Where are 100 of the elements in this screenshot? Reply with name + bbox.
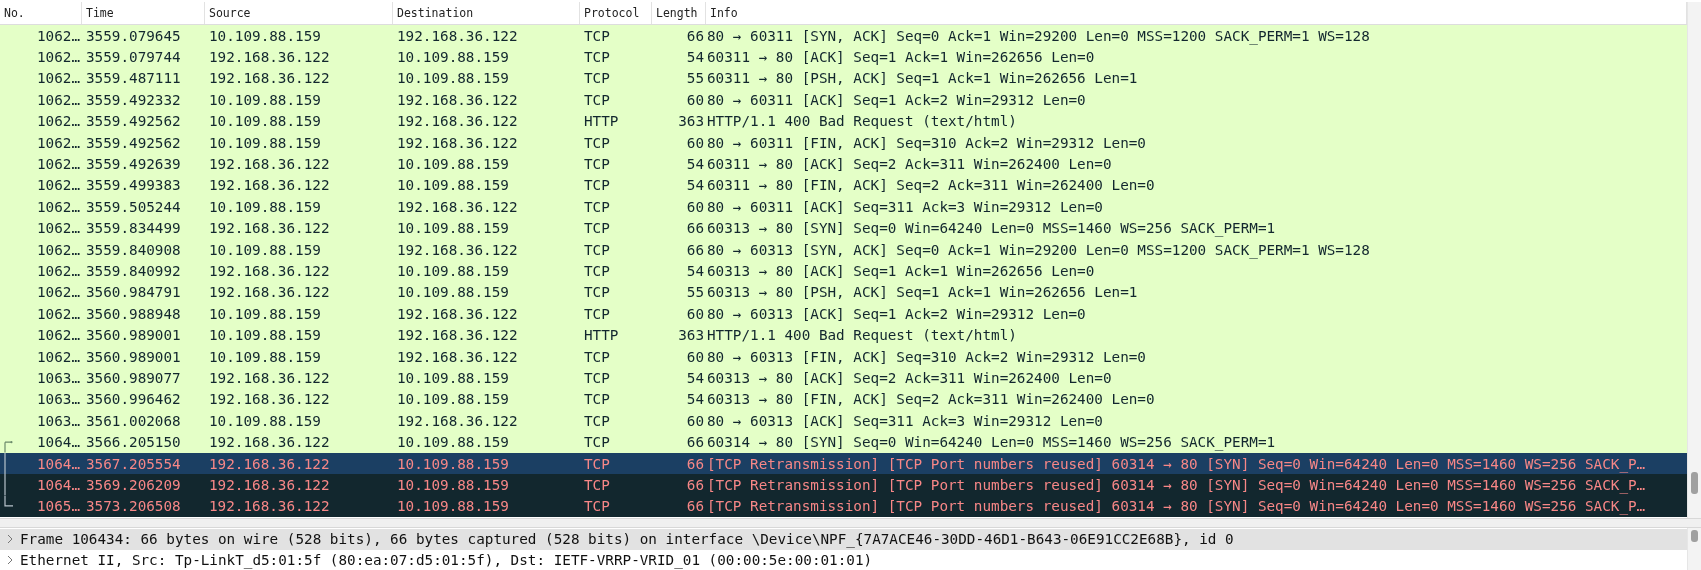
packet-row[interactable]: 1062… 3559.499383 192.168.36.122 10.109.88.159 TCP 54 60311 → 80 [FIN, ACK] Seq=2 Ack=311 Win=262400 Len=0 (0, 174, 1687, 197)
length-cell: 60 (686, 134, 704, 151)
destination-cell: 10.109.88.159 (397, 70, 509, 87)
packet-row[interactable]: 1062… 3559.492562 10.109.88.159 192.168.36.122 HTTP 363 HTTP/1.1 400 Bad Request (text/html) (0, 110, 1687, 132)
packet-row[interactable]: 1062… 3559.079645 10.109.88.159 192.168.36.122 TCP 66 80 → 60311 [SYN, ACK] Seq=0 Ack=1 Win=29200 Len=0 MSS=1200 SACK_PERM=1 WS=128 (0, 25, 1687, 47)
packet-number: 1062… (36, 49, 80, 66)
packet-row[interactable]: 1062… 3559.487111 192.168.36.122 10.109.88.159 TCP 55 60311 → 80 [PSH, ACK] Seq=1 Ack=1 Win=262656 Len=1 (0, 67, 1687, 90)
packet-row[interactable]: 1063… 3560.996462 192.168.36.122 10.109.88.159 TCP 54 60313 → 80 [FIN, ACK] Seq=2 Ack=311 Win=262400 Len=0 (0, 388, 1687, 411)
packet-row[interactable]: 1063… 3560.989077 192.168.36.122 10.109.88.159 TCP 54 60313 → 80 [ACK] Seq=2 Ack=311 Win=262400 Len=0 (0, 367, 1687, 389)
source-cell: 10.109.88.159 (209, 134, 321, 151)
protocol-cell: TCP (584, 241, 610, 258)
packet-number: 1064… (36, 434, 80, 451)
packet-number: 1062… (36, 177, 80, 194)
column-header[interactable]: Length (652, 2, 706, 24)
packet-number: 1062… (36, 305, 80, 322)
time-cell: 3560.996462 (86, 391, 181, 408)
column-header[interactable]: Protocol (580, 2, 652, 24)
destination-cell: 10.109.88.159 (397, 284, 509, 301)
length-cell: 54 (686, 177, 704, 194)
detail-row[interactable]: Frame 106434: 66 bytes on wire (528 bits), 66 bytes captured (528 bits) on interface \Device\NPF_{7A7ACE46-30DD-46D1-B643-06E91CC2E68B}, id 0 (0, 529, 1687, 550)
packet-row[interactable]: 1062… 3560.984791 192.168.36.122 10.109.88.159 TCP 55 60313 → 80 [PSH, ACK] Seq=1 Ack=1 Win=262656 Len=1 (0, 281, 1687, 304)
info-cell: 60313 → 80 [ACK] Seq=1 Ack=1 Win=262656 Len=0 (707, 263, 1095, 279)
info-cell: 80 → 60313 [SYN, ACK] Seq=0 Ack=1 Win=29200 Len=0 MSS=1200 SACK_PERM=1 WS=128 (707, 241, 1370, 258)
packet-row[interactable]: 1064… 3569.206209 192.168.36.122 10.109.88.159 TCP 66 [TCP Retransmission] [TCP Port numbers reused] 60314 → 80 [SYN] Seq=0 Win=64240 Len=0 MSS=1460 WS=256 SACK_P… (0, 474, 1687, 496)
packet-row[interactable]: 1062… 3559.840992 192.168.36.122 10.109.88.159 TCP 54 60313 → 80 [ACK] Seq=1 Ack=1 Win=262656 Len=0 (0, 260, 1687, 282)
source-cell: 10.109.88.159 (209, 91, 321, 108)
info-cell: 80 → 60313 [ACK] Seq=311 Ack=3 Win=29312 Len=0 (707, 412, 1103, 429)
destination-cell: 192.168.36.122 (397, 305, 518, 322)
length-cell: 54 (686, 263, 704, 279)
detail-row[interactable]: Ethernet II, Src: Tp-LinkT_d5:01:5f (80:ea:07:d5:01:5f), Dst: IETF-VRRP-VRID_01 (00:00:5e:00:01:01) (0, 549, 1687, 570)
protocol-cell: HTTP (584, 327, 619, 344)
scrollbar[interactable] (1687, 2, 1701, 518)
packet-number: 1062… (36, 113, 80, 130)
column-header[interactable]: Destination (393, 2, 580, 24)
packet-row[interactable]: 1062… 3559.492562 10.109.88.159 192.168.36.122 TCP 60 80 → 60311 [FIN, ACK] Seq=310 Ack=2 Win=29312 Len=0 (0, 131, 1687, 154)
column-header[interactable]: Source (205, 2, 393, 24)
info-cell: 80 → 60311 [ACK] Seq=311 Ack=3 Win=29312 Len=0 (707, 198, 1103, 215)
column-header[interactable]: Time (82, 2, 205, 24)
packet-row[interactable]: 1064… 3567.205554 192.168.36.122 10.109.88.159 TCP 66 [TCP Retransmission] [TCP Port numbers reused] 60314 → 80 [SYN] Seq=0 Win=64240 Len=0 MSS=1460 WS=256 SACK_P… (0, 452, 1687, 475)
protocol-cell: TCP (584, 70, 610, 87)
source-cell: 192.168.36.122 (209, 369, 330, 386)
source-cell: 192.168.36.122 (209, 434, 330, 451)
length-cell: 55 (686, 70, 704, 87)
destination-cell: 10.109.88.159 (397, 455, 509, 472)
length-cell: 54 (686, 49, 704, 66)
packet-row[interactable]: 1062… 3560.989001 10.109.88.159 192.168.36.122 HTTP 363 HTTP/1.1 400 Bad Request (text/html) (0, 324, 1687, 346)
protocol-cell: TCP (584, 434, 610, 451)
time-cell: 3566.205150 (86, 434, 181, 451)
info-cell: 60313 → 80 [SYN] Seq=0 Win=64240 Len=0 MSS=1460 WS=256 SACK_PERM=1 (707, 220, 1276, 237)
source-cell: 10.109.88.159 (209, 327, 321, 344)
packet-row[interactable]: 1062… 3559.834499 192.168.36.122 10.109.88.159 TCP 66 60313 → 80 [SYN] Seq=0 Win=64240 Len=0 MSS=1460 WS=256 SACK_PERM=1 (0, 217, 1687, 239)
column-header[interactable]: No. (0, 2, 82, 24)
info-cell: [TCP Retransmission] [TCP Port numbers reused] 60314 → 80 [SYN] Seq=0 Win=64240 Len=0 MSS=1460 WS=256 SACK_P… (707, 476, 1646, 493)
time-cell: 3559.499383 (86, 177, 181, 194)
length-cell: 55 (686, 284, 704, 301)
packet-row[interactable]: 1062… 3559.079744 192.168.36.122 10.109.88.159 TCP 54 60311 → 80 [ACK] Seq=1 Ack=1 Win=262656 Len=0 (0, 46, 1687, 68)
time-cell: 3559.492562 (86, 113, 181, 130)
packet-row[interactable]: 1064… 3566.205150 192.168.36.122 10.109.88.159 TCP 66 60314 → 80 [SYN] Seq=0 Win=64240 Len=0 MSS=1460 WS=256 SACK_PERM=1 (0, 431, 1687, 453)
info-cell: [TCP Retransmission] [TCP Port numbers reused] 60314 → 80 [SYN] Seq=0 Win=64240 Len=0 MSS=1460 WS=256 SACK_P… (707, 498, 1646, 515)
destination-cell: 10.109.88.159 (397, 434, 509, 451)
info-cell: HTTP/1.1 400 Bad Request (text/html) (707, 113, 1017, 130)
time-cell: 3560.988948 (86, 305, 181, 322)
source-cell: 192.168.36.122 (209, 177, 330, 194)
time-cell: 3560.984791 (86, 284, 181, 301)
source-cell: 192.168.36.122 (209, 263, 330, 279)
packet-row[interactable]: 1062… 3559.840908 10.109.88.159 192.168.36.122 TCP 66 80 → 60313 [SYN, ACK] Seq=0 Ack=1 Win=29200 Len=0 MSS=1200 SACK_PERM=1 WS=128 (0, 238, 1687, 261)
info-cell: 60311 → 80 [FIN, ACK] Seq=2 Ack=311 Win=262400 Len=0 (707, 177, 1155, 194)
packet-row[interactable]: 1062… 3559.492639 192.168.36.122 10.109.88.159 TCP 54 60311 → 80 [ACK] Seq=2 Ack=311 Win=262400 Len=0 (0, 153, 1687, 175)
time-cell: 3560.989001 (86, 327, 181, 344)
destination-cell: 10.109.88.159 (397, 391, 509, 408)
packet-number: 1062… (36, 327, 80, 344)
info-cell: 60311 → 80 [PSH, ACK] Seq=1 Ack=1 Win=262656 Len=1 (707, 70, 1138, 87)
info-cell: 60313 → 80 [PSH, ACK] Seq=1 Ack=1 Win=262656 Len=1 (707, 284, 1138, 301)
pane-splitter[interactable] (0, 518, 1701, 528)
length-cell: 60 (686, 198, 704, 215)
info-cell: 80 → 60313 [ACK] Seq=1 Ack=2 Win=29312 Len=0 (707, 305, 1086, 322)
scrollbar[interactable] (1687, 528, 1701, 570)
packet-row[interactable]: 1063… 3561.002068 10.109.88.159 192.168.36.122 TCP 60 80 → 60313 [ACK] Seq=311 Ack=3 Win=29312 Len=0 (0, 410, 1687, 432)
packet-row[interactable]: 1062… 3560.988948 10.109.88.159 192.168.36.122 TCP 60 80 → 60313 [ACK] Seq=1 Ack=2 Win=29312 Len=0 (0, 303, 1687, 325)
packet-number: 1062… (36, 348, 80, 365)
destination-cell: 10.109.88.159 (397, 177, 509, 194)
source-cell: 10.109.88.159 (209, 27, 321, 44)
packet-number: 1063… (36, 369, 80, 386)
packet-number: 1062… (36, 241, 80, 258)
length-cell: 66 (686, 455, 704, 472)
time-cell: 3560.989001 (86, 348, 181, 365)
destination-cell: 10.109.88.159 (397, 49, 509, 66)
packet-row[interactable]: 1062… 3559.505244 10.109.88.159 192.168.36.122 TCP 60 80 → 60311 [ACK] Seq=311 Ack=3 Win=29312 Len=0 (0, 196, 1687, 218)
protocol-cell: TCP (584, 27, 610, 44)
packet-row[interactable]: 1062… 3560.989001 10.109.88.159 192.168.36.122 TCP 60 80 → 60313 [FIN, ACK] Seq=310 Ack=2 Win=29312 Len=0 (0, 345, 1687, 368)
protocol-cell: TCP (584, 498, 610, 515)
info-cell: 60313 → 80 [ACK] Seq=2 Ack=311 Win=262400 Len=0 (707, 369, 1112, 386)
packet-row[interactable]: 1065… 3573.206508 192.168.36.122 10.109.88.159 TCP 66 [TCP Retransmission] [TCP Port numbers reused] 60314 → 80 [SYN] Seq=0 Win=64240 Len=0 MSS=1460 WS=256 SACK_P… (0, 495, 1687, 517)
source-cell: 10.109.88.159 (209, 305, 321, 322)
packet-number: 1063… (36, 412, 80, 429)
protocol-cell: TCP (584, 348, 610, 365)
protocol-cell: TCP (584, 284, 610, 301)
destination-cell: 192.168.36.122 (397, 27, 518, 44)
packet-row[interactable]: 1062… 3559.492332 10.109.88.159 192.168.36.122 TCP 60 80 → 60311 [ACK] Seq=1 Ack=2 Win=29312 Len=0 (0, 89, 1687, 111)
source-cell: 10.109.88.159 (209, 412, 321, 429)
